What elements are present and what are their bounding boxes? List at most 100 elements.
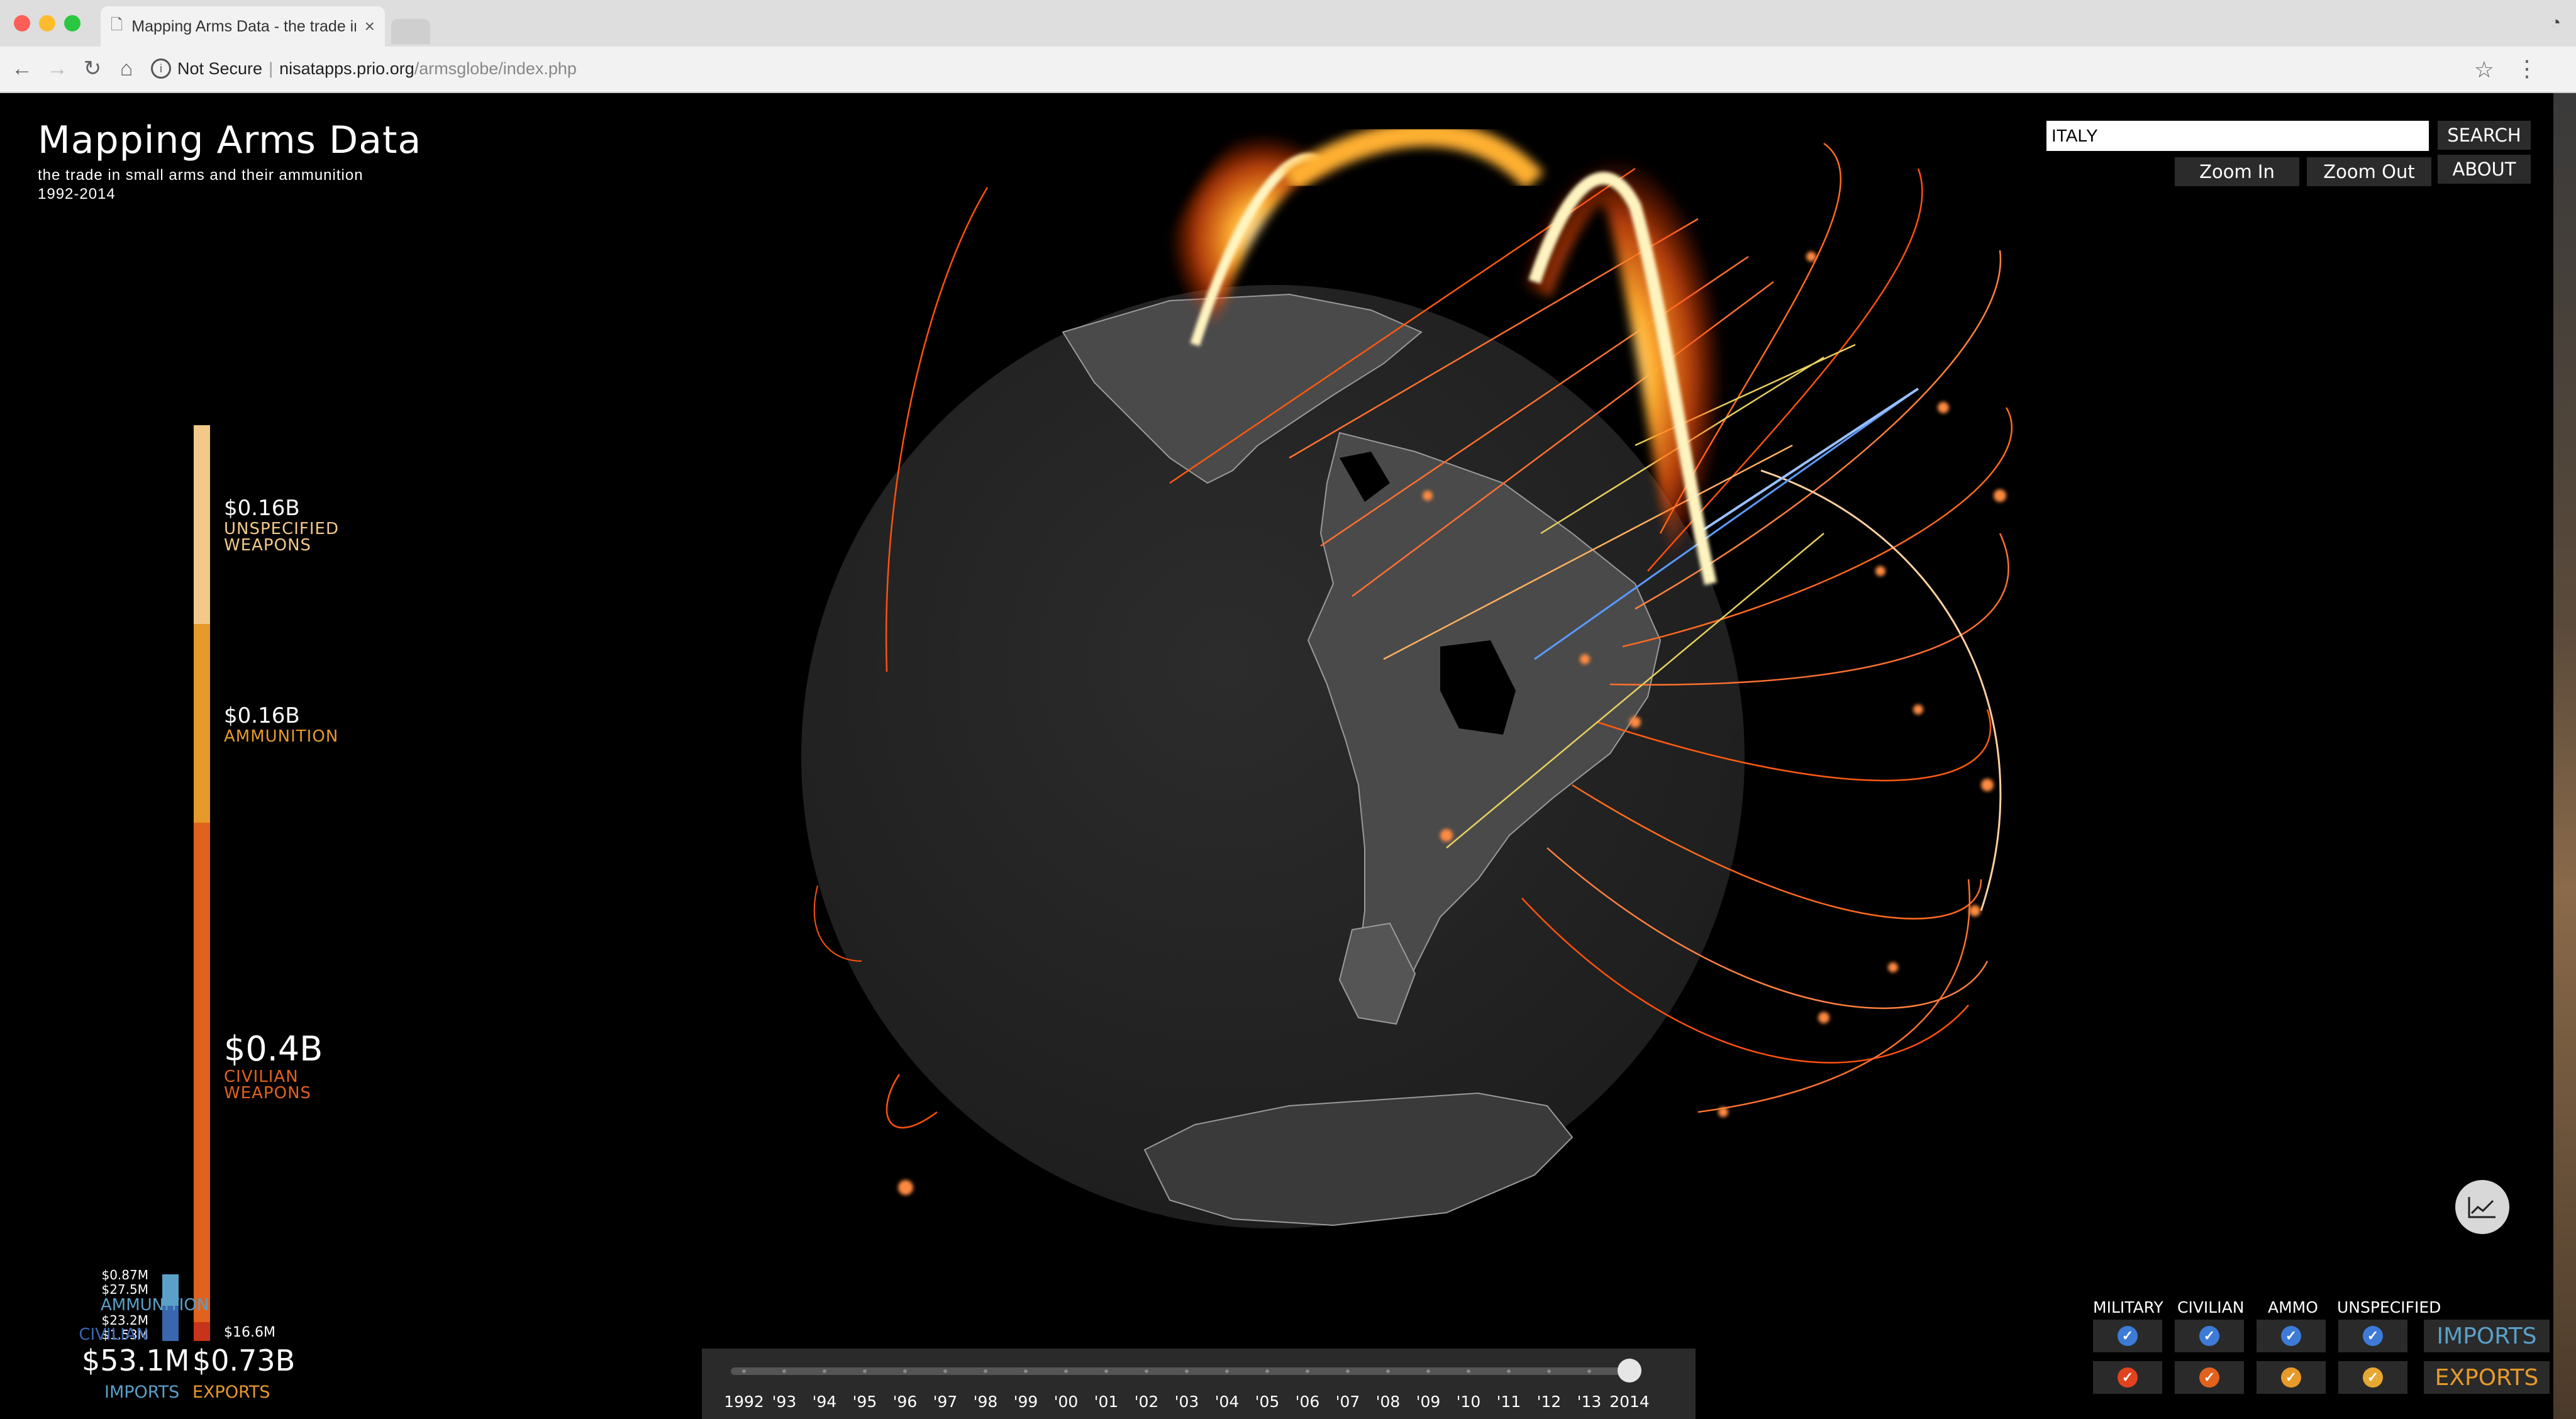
timeline-tick[interactable]	[742, 1369, 746, 1373]
maximize-window-button[interactable]	[64, 15, 80, 31]
timeline-year-label[interactable]: '99	[1014, 1393, 1038, 1411]
close-window-button[interactable]	[14, 15, 30, 31]
timeline-tick[interactable]	[1024, 1369, 1028, 1373]
timeline-tick[interactable]	[1507, 1369, 1511, 1373]
timeline-tick[interactable]	[1185, 1369, 1189, 1373]
arms-globe-page: Mapping Arms Data the trade in small arm…	[0, 93, 2553, 1419]
timeline-year-label[interactable]: '10	[1457, 1393, 1481, 1411]
timeline-year-label[interactable]: '98	[974, 1393, 998, 1411]
bar-segment-unspecified	[194, 425, 210, 624]
filter-header-civilian: CIVILIAN	[2177, 1298, 2245, 1316]
timeline-tick[interactable]	[1587, 1369, 1591, 1373]
check-icon: ✓	[2363, 1326, 2383, 1346]
timeline-tick[interactable]	[1467, 1369, 1470, 1373]
timeline-year-label[interactable]: '01	[1094, 1393, 1119, 1411]
filter-header-military: MILITARY	[2093, 1298, 2163, 1316]
timeline-tick[interactable]	[1225, 1369, 1229, 1373]
timeline-year-label[interactable]: '00	[1054, 1393, 1079, 1411]
timeline-tick[interactable]	[1104, 1369, 1108, 1373]
timeline-tick[interactable]	[903, 1369, 907, 1373]
export-military-toggle[interactable]: ✓	[2093, 1361, 2162, 1394]
check-icon: ✓	[2118, 1367, 2138, 1388]
timeline-tick[interactable]	[863, 1369, 867, 1373]
timeline-tick[interactable]	[1265, 1369, 1269, 1373]
timeline-year-label[interactable]: '94	[813, 1393, 837, 1411]
timeline-tick[interactable]	[1426, 1369, 1430, 1373]
app-years: 1992-2014	[38, 186, 116, 203]
timeline-year-label[interactable]: '12	[1537, 1393, 1562, 1411]
check-icon: ✓	[2281, 1326, 2301, 1346]
timeline-year-label[interactable]: 2014	[1609, 1393, 1650, 1411]
close-tab-icon[interactable]: ×	[365, 16, 375, 36]
imports-ammunition-label: AMMUNITION	[101, 1296, 209, 1315]
url-path: /armsglobe/index.php	[414, 58, 577, 78]
import-military-toggle[interactable]: ✓	[2093, 1320, 2162, 1352]
timeline-year-label[interactable]: '08	[1376, 1393, 1401, 1411]
timeline-tick[interactable]	[943, 1369, 947, 1373]
year-timeline[interactable]: 1992 '93 '94 '95 '96 '97 '98 '99 '00 '01 '02 '03 '04…	[702, 1349, 1696, 1419]
timeline-tick[interactable]	[1547, 1369, 1551, 1373]
app-subtitle: the trade in small arms and their ammuni…	[38, 167, 364, 184]
timeline-year-label[interactable]: '97	[933, 1393, 958, 1411]
timeline-tick[interactable]	[1346, 1369, 1350, 1373]
zoom-out-button[interactable]: Zoom Out	[2307, 157, 2431, 186]
timeline-tick[interactable]	[1306, 1369, 1309, 1373]
security-label: Not Secure	[177, 58, 263, 78]
timeline-year-label[interactable]: '11	[1497, 1393, 1521, 1411]
timeline-tick[interactable]	[823, 1369, 826, 1373]
timeline-year-label[interactable]: '07	[1336, 1393, 1360, 1411]
address-bar: ← → ↻ ⌂ i Not Secure | nisatapps.prio.or…	[0, 47, 2576, 93]
timeline-tick[interactable]	[1064, 1369, 1068, 1373]
import-unspecified-toggle[interactable]: ✓	[2338, 1320, 2407, 1352]
check-icon: ✓	[2281, 1367, 2301, 1388]
browser-menu-icon[interactable]: ⋮	[2516, 55, 2538, 82]
timeline-track[interactable]	[731, 1367, 1636, 1375]
forward-icon[interactable]: →	[44, 55, 70, 82]
timeline-slider-knob[interactable]	[1618, 1359, 1641, 1383]
about-button[interactable]: ABOUT	[2438, 155, 2531, 184]
info-icon[interactable]: i	[151, 58, 171, 79]
timeline-year-label[interactable]: '95	[853, 1393, 877, 1411]
bookmark-star-icon[interactable]: ☆	[2474, 57, 2494, 83]
imports-toggle-button[interactable]: IMPORTS	[2424, 1320, 2550, 1352]
globe-visualization[interactable]	[0, 93, 2553, 1419]
timeline-year-label[interactable]: '05	[1255, 1393, 1280, 1411]
reload-icon[interactable]: ↻	[79, 55, 106, 82]
civilian-weapons-value: $0.4B CIVILIAN WEAPONS	[224, 1029, 323, 1101]
back-icon[interactable]: ←	[9, 55, 35, 82]
timeline-year-label[interactable]: '02	[1135, 1393, 1159, 1411]
timeline-year-label[interactable]: '93	[772, 1393, 797, 1411]
export-unspecified-toggle[interactable]: ✓	[2338, 1361, 2407, 1394]
search-button[interactable]: SEARCH	[2438, 121, 2531, 150]
import-civilian-toggle[interactable]: ✓	[2175, 1320, 2244, 1352]
browser-tab[interactable]: 🗋 Mapping Arms Data - the trade in small…	[101, 6, 385, 47]
zoom-in-button[interactable]: Zoom In	[2175, 157, 2299, 186]
timeline-year-label[interactable]: '13	[1577, 1393, 1602, 1411]
url-field[interactable]: i Not Secure | nisatapps.prio.org /armsg…	[151, 52, 2478, 86]
bar-segment-military	[194, 1322, 210, 1341]
timeline-year-label[interactable]: '04	[1215, 1393, 1240, 1411]
ammunition-value: $0.16B AMMUNITION	[224, 703, 338, 745]
timeline-tick[interactable]	[782, 1369, 786, 1373]
timeline-tick[interactable]	[984, 1369, 987, 1373]
timeline-tick[interactable]	[1386, 1369, 1390, 1373]
export-ammo-toggle[interactable]: ✓	[2257, 1361, 2326, 1394]
home-icon[interactable]: ⌂	[113, 55, 140, 82]
timeline-year-label[interactable]: 1992	[724, 1393, 764, 1411]
check-icon: ✓	[2199, 1367, 2219, 1388]
check-icon: ✓	[2118, 1326, 2138, 1346]
exports-toggle-button[interactable]: EXPORTS	[2424, 1361, 2550, 1394]
minimize-window-button[interactable]	[39, 15, 55, 31]
timeline-year-label[interactable]: '03	[1175, 1393, 1199, 1411]
timeline-year-label[interactable]: '96	[893, 1393, 918, 1411]
filter-header-unspecified: UNSPECIFIED	[2337, 1298, 2441, 1316]
export-civilian-toggle[interactable]: ✓	[2175, 1361, 2244, 1394]
line-chart-button[interactable]	[2455, 1180, 2509, 1234]
timeline-year-label[interactable]: '09	[1416, 1393, 1441, 1411]
country-search-input[interactable]	[2046, 121, 2429, 151]
new-tab-button[interactable]	[391, 19, 430, 44]
timeline-tick[interactable]	[1145, 1369, 1148, 1373]
import-ammo-toggle[interactable]: ✓	[2257, 1320, 2326, 1352]
timeline-year-label[interactable]: '06	[1296, 1393, 1320, 1411]
check-icon: ✓	[2199, 1326, 2219, 1346]
